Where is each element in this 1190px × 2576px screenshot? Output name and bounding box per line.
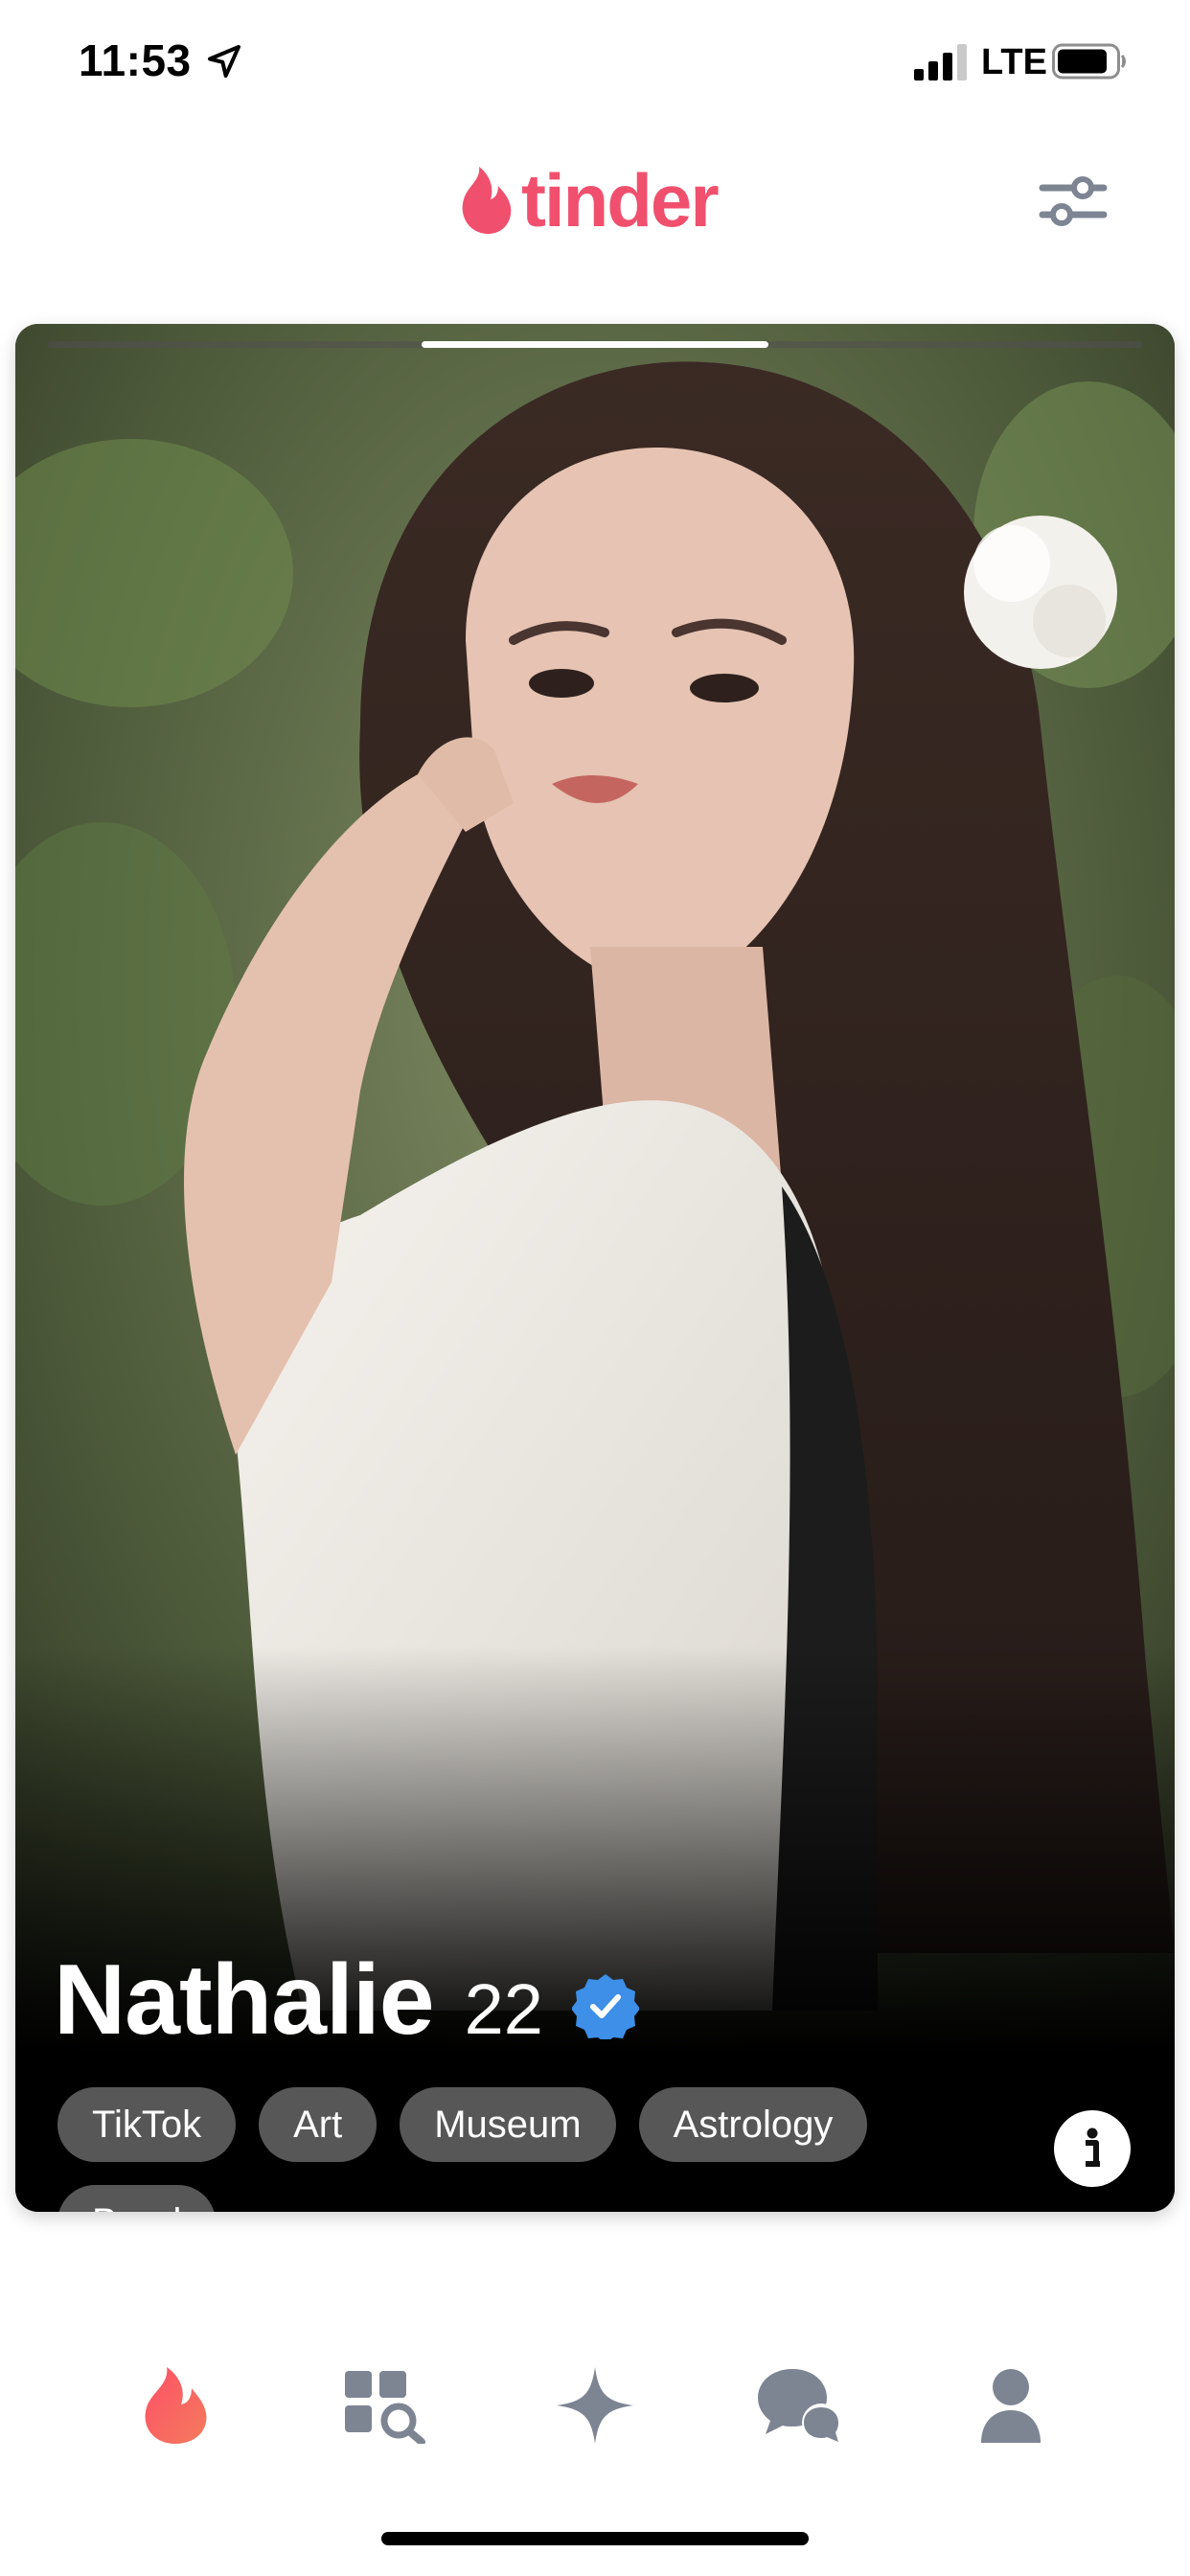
sliders-icon bbox=[1039, 176, 1108, 226]
tinder-logo: tinder bbox=[458, 157, 720, 243]
profile-icon bbox=[981, 2369, 1041, 2443]
verified-badge-icon bbox=[571, 1974, 639, 2039]
location-arrow-icon bbox=[208, 45, 240, 78]
profile-name-row: Nathalie 22 bbox=[54, 1944, 639, 2056]
photo-progress-indicator bbox=[422, 341, 768, 348]
nav-item-profile[interactable] bbox=[958, 2358, 1064, 2453]
filter-settings-button[interactable] bbox=[1035, 165, 1111, 238]
info-icon bbox=[1086, 2128, 1100, 2167]
nav-item-messages[interactable] bbox=[747, 2358, 853, 2453]
flame-logo-icon bbox=[462, 167, 512, 235]
explore-icon bbox=[345, 2371, 425, 2444]
cellular-signal-icon bbox=[914, 44, 967, 80]
nav-item-explore[interactable] bbox=[332, 2358, 437, 2453]
profile-card[interactable]: Nathalie 22 TikTok Art Museum Astrology … bbox=[15, 324, 1175, 2212]
nav-item-sparks[interactable] bbox=[542, 2358, 648, 2453]
interest-tag: Astrology bbox=[638, 2087, 868, 2162]
home-indicator bbox=[381, 2532, 809, 2545]
battery-icon bbox=[1052, 43, 1126, 80]
interest-tag: Art bbox=[259, 2087, 378, 2162]
sparkle-icon bbox=[557, 2367, 633, 2444]
profile-name: Nathalie bbox=[54, 1944, 435, 2056]
profile-info-button[interactable] bbox=[1054, 2110, 1131, 2187]
chat-icon bbox=[758, 2369, 840, 2442]
profile-age: 22 bbox=[464, 1969, 543, 2049]
network-type: LTE bbox=[981, 42, 1047, 82]
interest-tags: TikTok Art Museum Astrology Band bbox=[57, 2087, 977, 2212]
nav-item-swipe[interactable] bbox=[123, 2358, 228, 2453]
photo-progress-track bbox=[48, 341, 1142, 348]
bottom-navigation bbox=[0, 2338, 1190, 2472]
flame-icon bbox=[145, 2367, 207, 2444]
interest-tag: Band bbox=[57, 2185, 217, 2212]
interest-tag: Museum bbox=[400, 2087, 616, 2162]
interest-tag: TikTok bbox=[57, 2087, 237, 2162]
app-header: tinder bbox=[0, 144, 1190, 259]
status-bar: 11:53 LTE bbox=[0, 0, 1190, 129]
logo-text: tinder bbox=[521, 158, 720, 242]
status-time: 11:53 bbox=[79, 35, 192, 85]
